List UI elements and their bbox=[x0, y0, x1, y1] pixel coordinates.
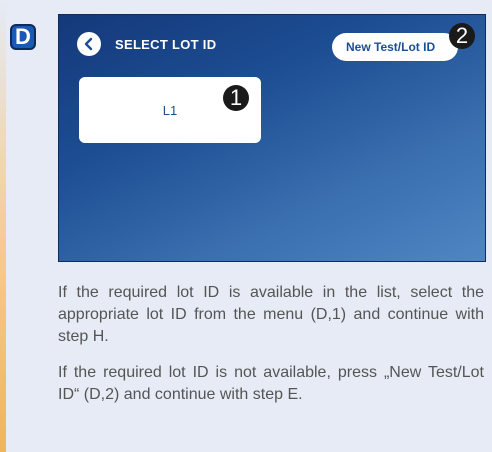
side-accent-bar bbox=[0, 0, 6, 452]
screen-title: SELECT LOT ID bbox=[115, 37, 217, 52]
callout-number-2: 2 bbox=[449, 23, 475, 49]
new-test-lot-id-button[interactable]: New Test/Lot ID bbox=[332, 33, 458, 61]
lot-tile-l1[interactable]: L1 1 bbox=[79, 77, 261, 143]
chevron-left-icon bbox=[84, 37, 93, 51]
instruction-paragraph-2: If the required lot ID is not available,… bbox=[58, 364, 484, 403]
device-screen: SELECT LOT ID New Test/Lot ID 2 L1 1 bbox=[58, 14, 486, 262]
new-test-lot-id-label: New Test/Lot ID bbox=[346, 40, 436, 54]
instructions-text: If the required lot ID is available in t… bbox=[58, 282, 484, 420]
instruction-paragraph-1: If the required lot ID is available in t… bbox=[58, 284, 484, 345]
instruction-panel: D SELECT LOT ID New Test/Lot ID 2 L1 1 I… bbox=[0, 0, 492, 452]
step-letter-badge: D bbox=[10, 24, 36, 50]
back-button[interactable] bbox=[77, 32, 101, 56]
callout-number-1: 1 bbox=[223, 85, 249, 111]
